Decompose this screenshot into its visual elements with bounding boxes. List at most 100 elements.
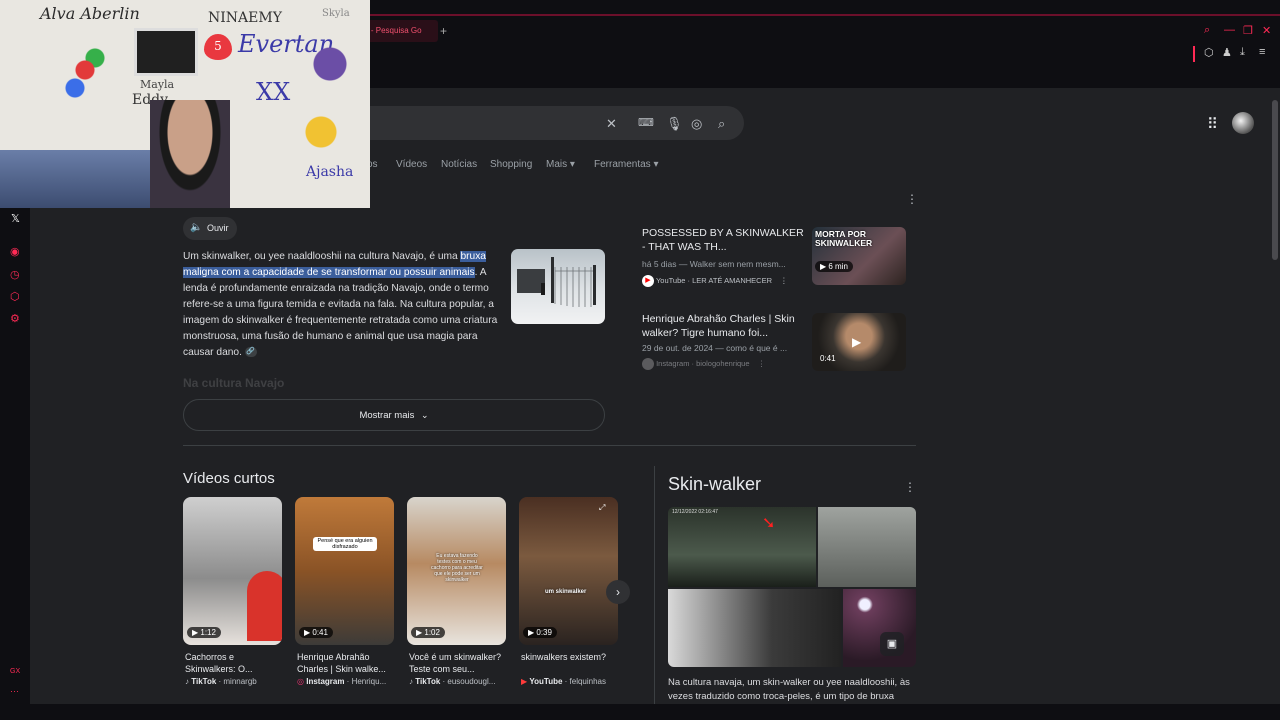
divider — [654, 466, 655, 704]
video-source-name: Instagram — [656, 358, 690, 368]
tab-news[interactable]: Notícias — [441, 159, 477, 170]
overview-options-icon[interactable]: ⋮ — [906, 192, 918, 206]
streamer — [150, 100, 230, 208]
short-overlay-text: Eu estava fazendo testes com o meu cacho… — [431, 553, 483, 583]
search-tabs-icon[interactable]: ⌕ — [1204, 24, 1210, 37]
opera-sidebar — [0, 208, 30, 704]
video-source-name: YouTube — [655, 275, 686, 285]
maximize-icon[interactable]: ❐ — [1243, 24, 1253, 37]
wall-stickers — [60, 40, 110, 100]
show-more-button[interactable]: Mostrar mais ⌄ — [183, 399, 605, 431]
doodle-text: Mayla — [140, 78, 175, 91]
lens-icon[interactable]: ◎ — [691, 116, 702, 132]
overview-text-start: Um skinwalker, ou yee naaldlooshii na cu… — [183, 251, 461, 262]
keyboard-icon[interactable]: ⌨ — [638, 116, 654, 129]
doodle-text: Alva Aberlin — [40, 4, 140, 23]
doodle-text: XX — [256, 78, 291, 106]
wall-shelf — [134, 28, 198, 76]
image-timestamp: 12/12/2022 02:16:47 — [672, 509, 718, 515]
sticky-heart: 5 — [204, 34, 232, 60]
microphone-icon[interactable]: 🎙 — [666, 116, 683, 132]
tab-shopping[interactable]: Shopping — [490, 159, 532, 170]
new-tab-button[interactable]: + — [440, 24, 447, 38]
video-result[interactable]: Henrique Abrahão Charles | Skin walker? … — [642, 313, 804, 370]
video-options-icon[interactable]: ⋮ — [758, 359, 766, 368]
short-title[interactable]: Henrique Abrahão Charles | Skin walke... — [297, 651, 397, 675]
gx-logo: GX — [10, 668, 21, 675]
apps-grid-icon[interactable]: ⠿ — [1207, 115, 1218, 133]
knowledge-panel-title: Skin-walker — [668, 474, 762, 494]
speaker-icon: 🔈 — [190, 222, 203, 233]
tiktok-icon: ♪ — [185, 677, 189, 686]
show-more-label: Mostrar mais — [359, 410, 415, 421]
tab-videos[interactable]: Vídeos — [396, 159, 427, 170]
video-title[interactable]: POSSESSED BY A SKINWALKER - THAT WAS TH.… — [642, 227, 804, 254]
download-icon[interactable]: ⤓ — [1240, 46, 1245, 59]
sticker-gengar — [300, 44, 360, 84]
youtube-icon: ▶ — [521, 677, 528, 686]
player-icon[interactable]: ◉ — [10, 245, 20, 258]
video-result[interactable]: POSSESSED BY A SKINWALKER - THAT WAS TH.… — [642, 227, 804, 287]
video-thumbnail[interactable]: ▶ 0:41 — [812, 313, 906, 371]
extensions-icon[interactable]: ⬡ — [1204, 46, 1214, 59]
youtube-icon: ▶ — [642, 275, 654, 287]
instagram-icon: ◎ — [297, 677, 304, 686]
image-gallery-icon[interactable]: ▣ — [880, 632, 904, 656]
doodle-text: Skyla — [322, 8, 350, 19]
knowledge-description: Na cultura navaja, um skin-walker ou yee… — [668, 677, 910, 702]
history-icon[interactable]: ◷ — [10, 268, 20, 281]
short-title[interactable]: Você é um skinwalker? Teste com seu... — [409, 651, 509, 675]
carousel-next-button[interactable]: › — [606, 580, 630, 604]
tab-tools[interactable]: Ferramentas ▾ — [594, 159, 658, 170]
extensions-sidebar-icon[interactable]: ⬡ — [10, 290, 20, 303]
video-duration: 0:41 — [820, 354, 836, 363]
tab-search[interactable]: r - Pesquisa Go — [362, 20, 438, 42]
toolbar-separator — [1193, 46, 1195, 62]
knowledge-panel-options-icon[interactable]: ⋮ — [904, 480, 916, 494]
clear-icon[interactable]: ✕ — [606, 116, 617, 132]
short-video-thumbnail[interactable]: ▶ 1:12 — [183, 497, 282, 645]
short-source: ▶ YouTube · felquinhas — [521, 677, 607, 686]
profile-icon[interactable]: ♟ — [1222, 46, 1232, 59]
overview-text: Um skinwalker, ou yee naaldlooshii na cu… — [183, 249, 505, 361]
instagram-icon — [642, 358, 654, 370]
expand-icon[interactable]: ⤢ — [599, 503, 605, 513]
avatar-figure — [247, 571, 282, 641]
short-duration: ▶ 1:12 — [187, 627, 221, 638]
overview-text-end: . A lenda é profundamente enraizada na t… — [183, 267, 498, 358]
video-options-icon[interactable]: ⋮ — [780, 276, 788, 285]
short-video-thumbnail[interactable]: Pensé que era alguien disfrazado ▶ 0:41 — [295, 497, 394, 645]
short-title[interactable]: skinwalkers existem? — [521, 651, 621, 663]
webcam-overlay: Alva Aberlin NINAEMY Evertan XX Eddy May… — [0, 0, 370, 208]
search-icon[interactable]: ⌕ — [718, 116, 725, 132]
short-title[interactable]: Cachorros e Skinwalkers: O... — [185, 651, 285, 675]
short-video-thumbnail[interactable]: Eu estava fazendo testes com o meu cacho… — [407, 497, 506, 645]
video-duration: ▶ 6 min — [815, 261, 853, 272]
video-title[interactable]: Henrique Abrahão Charles | Skin walker? … — [642, 313, 804, 340]
sticker-psyduck — [302, 112, 340, 152]
doodle-text: NINAEMY — [208, 10, 282, 26]
short-overlay-text: Pensé que era alguien disfrazado — [313, 537, 377, 551]
more-icon[interactable]: ··· — [10, 686, 19, 696]
video-thumbnail[interactable]: MORTA POR SKINWALKER ▶ 6 min — [812, 227, 906, 285]
bed — [0, 150, 150, 208]
short-video-thumbnail[interactable]: ⤢ um skinwalker ▶ 0:39 — [519, 497, 618, 645]
knowledge-image[interactable] — [818, 507, 916, 587]
red-arrow-icon: ➘ — [762, 515, 776, 532]
link-icon[interactable]: 🔗 — [244, 347, 257, 358]
x-twitter-icon[interactable]: 𝕏 — [11, 212, 20, 225]
short-overlay-text: um skinwalker — [545, 589, 587, 595]
knowledge-image[interactable]: 12/12/2022 02:16:47 ➘ — [668, 507, 816, 587]
knowledge-image[interactable] — [668, 589, 841, 667]
scrollbar-thumb[interactable] — [1272, 100, 1278, 260]
video-meta: há 5 dias — Walker sem nem mesm... — [642, 259, 786, 269]
settings-icon[interactable]: ⚙ — [10, 312, 20, 325]
short-source: ♪ TikTok · minnargb — [185, 677, 257, 686]
avatar[interactable] — [1232, 112, 1254, 134]
knowledge-image[interactable] — [843, 589, 916, 667]
close-window-icon[interactable]: ✕ — [1262, 24, 1271, 37]
menu-icon[interactable]: ≡ — [1259, 46, 1265, 58]
tab-more[interactable]: Mais ▾ — [546, 159, 575, 170]
minimize-icon[interactable]: — — [1224, 24, 1235, 36]
overview-image[interactable] — [511, 249, 605, 324]
